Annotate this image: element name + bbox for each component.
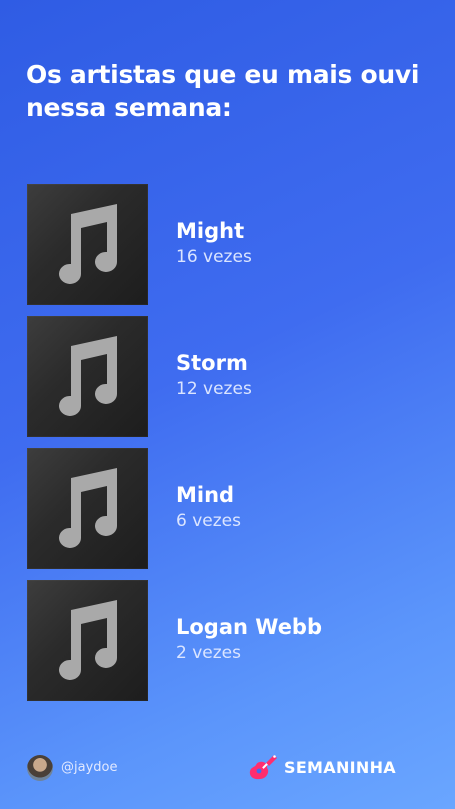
list-item: Logan Webb 2 vezes	[27, 580, 427, 701]
play-count: 6 vezes	[176, 511, 241, 531]
story-card: Os artistas que eu mais ouvi nessa seman…	[0, 0, 455, 809]
music-note-icon	[59, 204, 117, 284]
album-art	[27, 184, 148, 305]
album-art	[27, 448, 148, 569]
list-item: Might 16 vezes	[27, 184, 427, 305]
brand-logo-text: SEMANINHA	[284, 758, 396, 777]
list-item: Storm 12 vezes	[27, 316, 427, 437]
artist-name: Mind	[176, 483, 235, 507]
artist-name: Logan Webb	[176, 615, 322, 639]
artist-list: Might 16 vezes Storm 12 vezes Mind 6 vez…	[27, 184, 427, 712]
music-note-icon	[59, 468, 117, 548]
page-title: Os artistas que eu mais ouvi nessa seman…	[26, 60, 420, 122]
footer: @jaydoe SEMANINHA	[0, 744, 455, 794]
list-item: Mind 6 vezes	[27, 448, 427, 569]
play-count: 2 vezes	[176, 643, 241, 663]
avatar	[27, 755, 53, 781]
artist-name: Storm	[176, 351, 248, 375]
play-count: 16 vezes	[176, 247, 252, 267]
play-count: 12 vezes	[176, 379, 252, 399]
music-note-icon	[59, 600, 117, 680]
username: @jaydoe	[61, 760, 118, 775]
album-art	[27, 580, 148, 701]
album-art	[27, 316, 148, 437]
guitar-icon	[249, 755, 277, 780]
music-note-icon	[59, 336, 117, 416]
artist-name: Might	[176, 219, 245, 243]
